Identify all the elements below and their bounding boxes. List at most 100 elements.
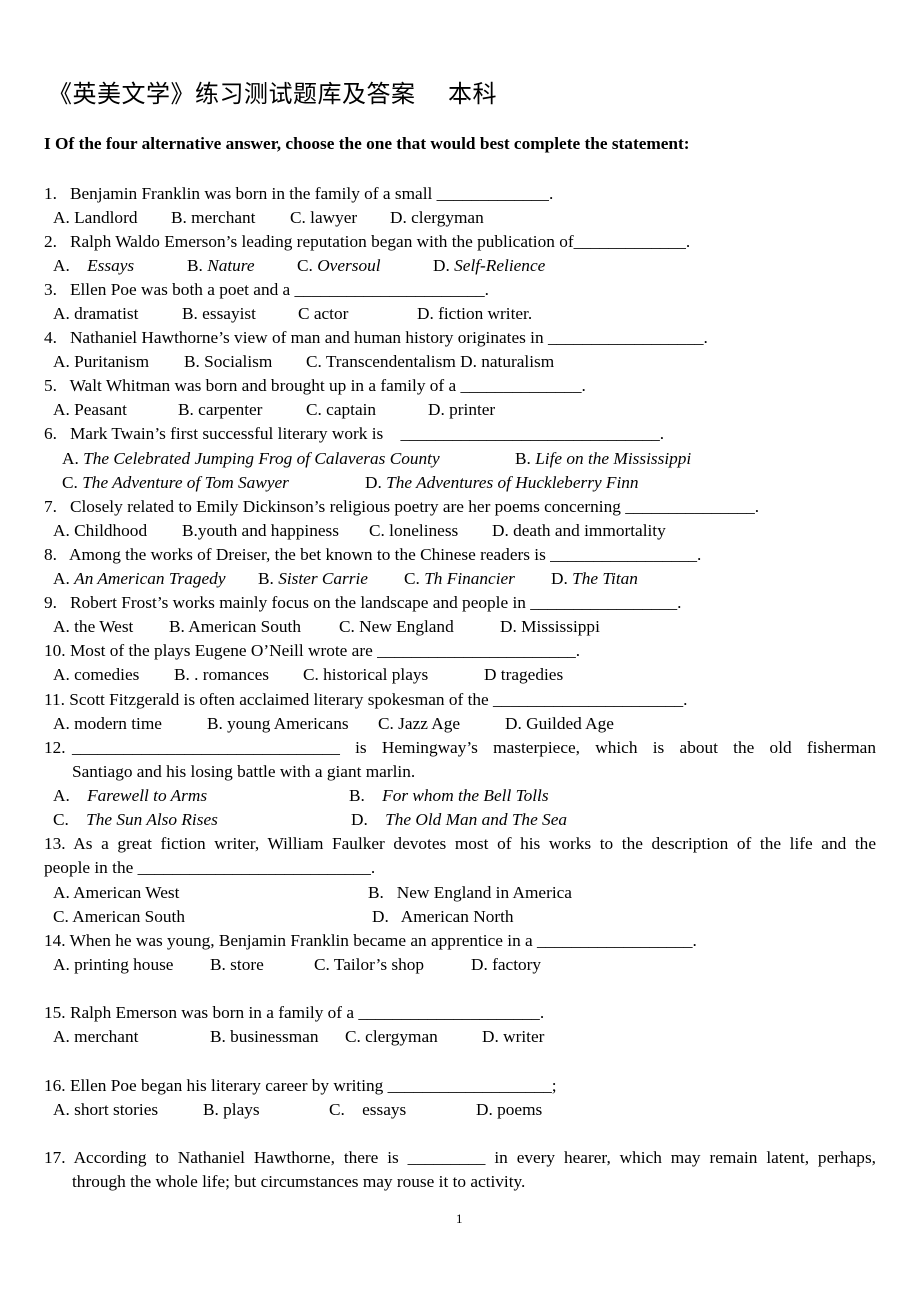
option-a[interactable]: A. Landlord (53, 208, 137, 228)
option-a[interactable]: A. The Celebrated Jumping Frog of Calave… (62, 449, 440, 469)
option-d[interactable]: D. Guilded Age (505, 714, 614, 734)
option-a[interactable]: A. Childhood (53, 521, 147, 541)
option-b[interactable]: B. American South (169, 617, 301, 637)
option-c[interactable]: C. essays (329, 1100, 406, 1120)
option-prefix: A. (62, 449, 79, 468)
question-number: 2. (44, 232, 57, 251)
question-stem: Walt Whitman was born and brought up in … (69, 376, 586, 395)
question-number: 4. (44, 328, 57, 347)
option-a[interactable]: A. An American Tragedy (53, 569, 226, 589)
option-b[interactable]: B. New England in America (368, 883, 572, 903)
option-a[interactable]: A. Puritanism (53, 352, 149, 372)
question-2: 2. Ralph Waldo Emerson’s leading reputat… (44, 232, 690, 252)
option-prefix: A. (53, 569, 70, 588)
option-prefix: B. (187, 256, 203, 275)
option-b[interactable]: B. Sister Carrie (258, 569, 368, 589)
option-text: For whom the Bell Tolls (382, 786, 549, 805)
option-d[interactable]: D. printer (428, 400, 495, 420)
option-a[interactable]: A. the West (53, 617, 133, 637)
option-a[interactable]: A. merchant (53, 1027, 138, 1047)
option-prefix: C. (297, 256, 313, 275)
option-b[interactable]: B. For whom the Bell Tolls (349, 786, 549, 806)
option-c[interactable]: C. captain (306, 400, 376, 420)
option-a[interactable]: A. printing house (53, 955, 173, 975)
question-stem: Robert Frost’s works mainly focus on the… (69, 593, 682, 612)
question-stem: When he was young, Benjamin Franklin bec… (69, 931, 697, 950)
option-d[interactable]: D. death and immortality (492, 521, 666, 541)
option-a[interactable]: A. Farewell to Arms (53, 786, 207, 806)
question-stem: Ralph Emerson was born in a family of a … (69, 1003, 545, 1022)
option-b[interactable]: B. essayist (182, 304, 256, 324)
option-c[interactable]: C. The Adventure of Tom Sawyer (62, 473, 289, 493)
option-b[interactable]: B. store (210, 955, 264, 975)
question-number: 1. (44, 184, 57, 203)
option-b[interactable]: B. carpenter (178, 400, 262, 420)
option-a[interactable]: A. American West (53, 883, 179, 903)
option-c[interactable]: C. Tailor’s shop (314, 955, 424, 975)
option-b[interactable]: B.youth and happiness (182, 521, 339, 541)
question-number: 6. (44, 424, 57, 443)
option-c-d[interactable]: C. Transcendentalism D. naturalism (306, 352, 554, 372)
option-d[interactable]: D. fiction writer. (417, 304, 532, 324)
question-number: 8. (44, 545, 57, 564)
option-b[interactable]: B. Socialism (184, 352, 272, 372)
option-d[interactable]: D. Self-Relience (433, 256, 545, 276)
option-text: Farewell to Arms (87, 786, 208, 805)
option-a[interactable]: A. Peasant (53, 400, 127, 420)
option-b[interactable]: B. Life on the Mississippi (515, 449, 691, 469)
question-number: 14. (44, 931, 66, 950)
question-stem: Ellen Poe was both a poet and a ________… (69, 280, 489, 299)
option-a[interactable]: A. modern time (53, 714, 162, 734)
question-number: 16. (44, 1076, 66, 1095)
option-c[interactable]: C. clergyman (345, 1027, 438, 1047)
question-3: 3. Ellen Poe was both a poet and a _____… (44, 280, 489, 300)
question-stem: According to Nathaniel Hawthorne, there … (73, 1148, 876, 1167)
option-d[interactable]: D. American North (372, 907, 514, 927)
option-a[interactable]: A. dramatist (53, 304, 138, 324)
question-stem: Closely related to Emily Dickinson’s rel… (69, 497, 760, 516)
question-9: 9. Robert Frost’s works mainly focus on … (44, 593, 681, 613)
option-c[interactable]: C. Jazz Age (378, 714, 460, 734)
question-stem: Mark Twain’s first successful literary w… (69, 424, 665, 443)
page-number: 1 (456, 1211, 463, 1226)
document-page: 《英美文学》练习测试题库及答案 本科 I Of the four alterna… (0, 0, 920, 1302)
question-1: 1. Benjamin Franklin was born in the fam… (44, 184, 553, 204)
option-a[interactable]: A. Essays (53, 256, 134, 276)
question-6: 6. Mark Twain’s first successful literar… (44, 424, 664, 444)
option-b[interactable]: B. young Americans (207, 714, 349, 734)
option-b[interactable]: B. Nature (187, 256, 255, 276)
option-c[interactable]: C. Oversoul (297, 256, 381, 276)
option-d[interactable]: D. clergyman (390, 208, 484, 228)
option-text: The Old Man and The Sea (385, 810, 568, 829)
option-prefix: D. (365, 473, 382, 492)
option-a[interactable]: A. short stories (53, 1100, 158, 1120)
option-text: Life on the Mississippi (535, 449, 692, 468)
option-d[interactable]: D. writer (482, 1027, 544, 1047)
option-d[interactable]: D. Mississippi (500, 617, 600, 637)
option-b[interactable]: B. plays (203, 1100, 260, 1120)
question-number: 15. (44, 1003, 66, 1022)
option-d[interactable]: D tragedies (484, 665, 563, 685)
option-d[interactable]: D. factory (471, 955, 541, 975)
option-c[interactable]: C. loneliness (369, 521, 458, 541)
option-c[interactable]: C. lawyer (290, 208, 357, 228)
option-prefix: C. (62, 473, 78, 492)
option-a[interactable]: A. comedies (53, 665, 139, 685)
option-d[interactable]: D. The Adventures of Huckleberry Finn (365, 473, 639, 493)
option-d[interactable]: D. poems (476, 1100, 542, 1120)
option-c[interactable]: C. historical plays (303, 665, 428, 685)
question-stem: Nathaniel Hawthorne’s view of man and hu… (69, 328, 708, 347)
option-c[interactable]: C. Th Financier (404, 569, 515, 589)
option-b[interactable]: B. merchant (171, 208, 255, 228)
question-number: 13. (44, 834, 66, 853)
option-prefix: D. (433, 256, 450, 275)
option-b[interactable]: B. . romances (174, 665, 269, 685)
option-c[interactable]: C. American South (53, 907, 185, 927)
option-c[interactable]: C. New England (339, 617, 454, 637)
option-b[interactable]: B. businessman (210, 1027, 319, 1047)
option-c[interactable]: C actor (298, 304, 348, 324)
option-d[interactable]: D. The Old Man and The Sea (351, 810, 567, 830)
option-prefix: D. (351, 810, 368, 829)
option-c[interactable]: C. The Sun Also Rises (53, 810, 218, 830)
option-d[interactable]: D. The Titan (551, 569, 638, 589)
